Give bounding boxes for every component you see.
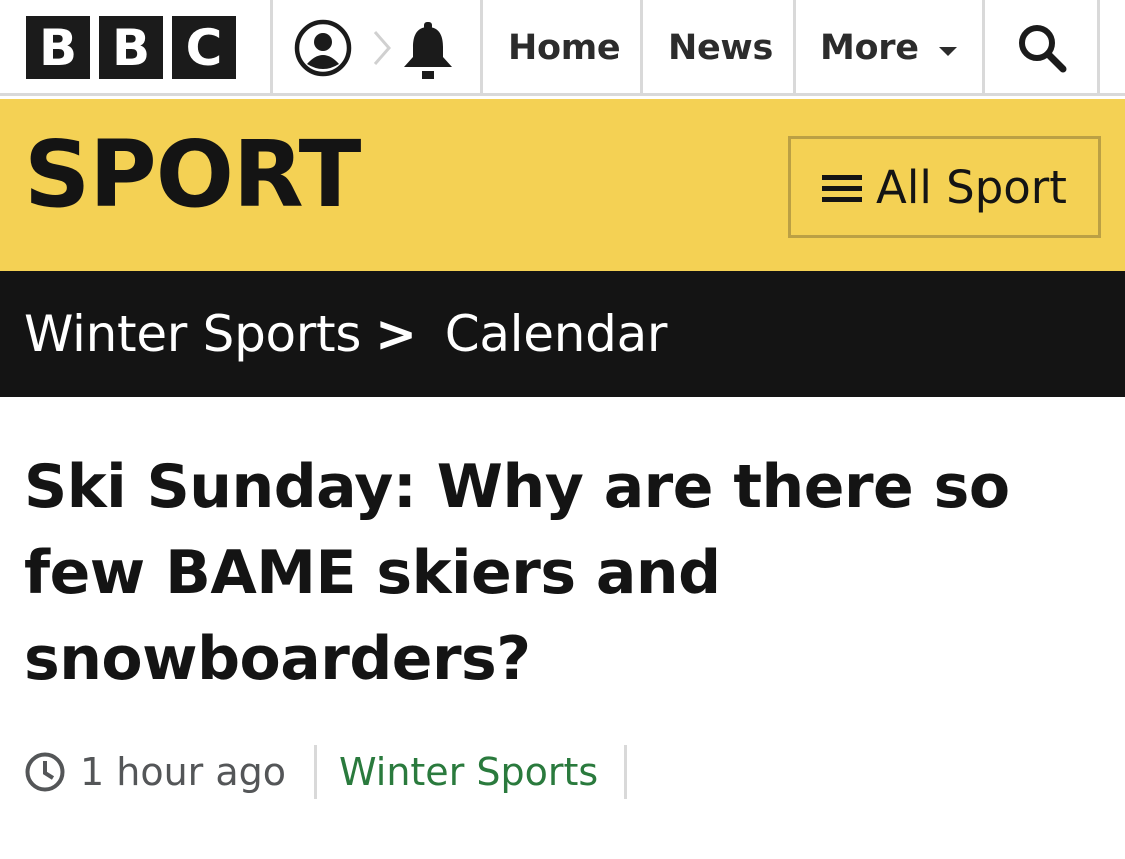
account-icon[interactable] xyxy=(290,18,356,78)
logo-block: B xyxy=(26,16,90,79)
meta-divider xyxy=(624,745,628,799)
breadcrumb-parent-link[interactable]: Winter Sports xyxy=(24,305,361,363)
breadcrumb-current-link[interactable]: Calendar xyxy=(445,305,668,363)
sport-header: SPORT All Sport xyxy=(0,99,1125,271)
bbc-logo[interactable]: B B C xyxy=(26,16,236,79)
nav-home-link[interactable]: Home xyxy=(508,0,621,96)
nav-more-button[interactable]: More xyxy=(820,0,957,96)
article-headline: Ski Sunday: Why are there so few BAME sk… xyxy=(24,452,1010,694)
nav-divider xyxy=(1097,0,1100,96)
logo-block: C xyxy=(172,16,236,79)
all-sport-label: All Sport xyxy=(876,160,1067,214)
nav-news-link[interactable]: News xyxy=(668,0,773,96)
nav-more-label: More xyxy=(820,28,919,68)
nav-divider xyxy=(793,0,796,96)
clock-icon xyxy=(25,752,65,792)
article-section-link[interactable]: Winter Sports xyxy=(339,750,598,794)
nav-divider xyxy=(640,0,643,96)
breadcrumb-separator: > xyxy=(375,305,417,363)
search-icon[interactable] xyxy=(1012,22,1072,74)
dropdown-arrow-icon xyxy=(938,47,957,56)
menu-icon xyxy=(822,174,863,202)
breadcrumb-bar: Winter Sports > Calendar xyxy=(0,271,1125,397)
meta-divider xyxy=(314,745,318,799)
chevron-separator-icon xyxy=(373,31,391,65)
nav-divider xyxy=(480,0,483,96)
sport-title[interactable]: SPORT xyxy=(24,129,361,221)
all-sport-button[interactable]: All Sport xyxy=(788,136,1101,238)
nav-divider xyxy=(270,0,273,96)
article-meta: 1 hour ago Winter Sports xyxy=(24,744,628,800)
logo-block: B xyxy=(99,16,163,79)
breadcrumb: Winter Sports > Calendar xyxy=(24,271,667,397)
bell-icon[interactable] xyxy=(398,20,458,82)
nav-divider xyxy=(982,0,985,96)
article-timestamp: 1 hour ago xyxy=(80,750,287,794)
global-navigation: B B C Home News More xyxy=(0,0,1125,96)
